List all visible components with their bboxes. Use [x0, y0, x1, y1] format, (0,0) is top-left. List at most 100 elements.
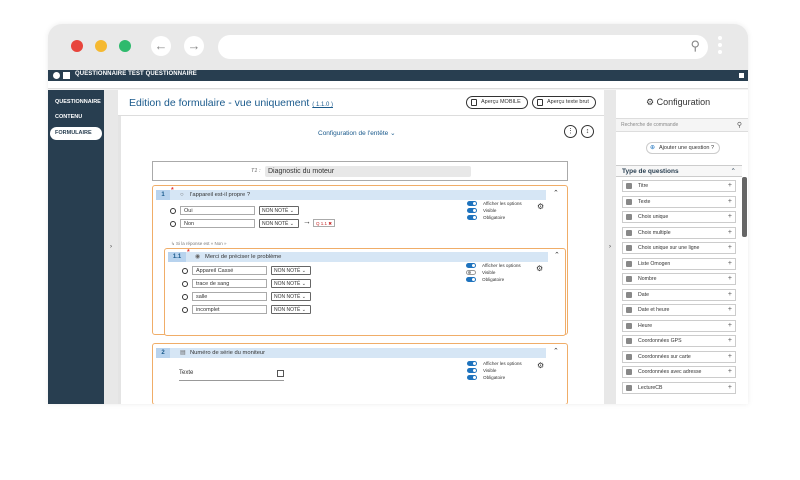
radio-option-oui[interactable] [170, 208, 176, 214]
toggle-show-options[interactable] [467, 361, 477, 366]
close-dot[interactable] [71, 40, 83, 52]
type-item-titre[interactable]: Titre + [622, 180, 736, 192]
required-star-icon: * [187, 249, 190, 256]
option-input[interactable]: salle [192, 292, 267, 301]
forward-arrow-icon[interactable]: → [184, 36, 204, 56]
option-input[interactable]: trace de sang [192, 279, 267, 288]
score-value: NON NOTÉ [274, 307, 301, 313]
type-item-date-heure[interactable]: Date et heure + [622, 304, 736, 316]
back-arrow-icon[interactable]: ← [151, 36, 171, 56]
browser-chrome: ← → ⚲ [48, 24, 748, 70]
map-pin-icon [626, 353, 632, 360]
type-label: Liste Omogen [638, 260, 671, 267]
chevron-right-icon: › [110, 244, 112, 250]
toggle-required[interactable] [466, 277, 476, 282]
option-input[interactable]: Appareil Cassé [192, 266, 267, 275]
panel-scrollbar[interactable] [742, 177, 747, 237]
address-bar[interactable]: ⚲ [218, 35, 708, 59]
collapse-all-icon[interactable]: ⋮ [564, 125, 577, 138]
radio-option[interactable] [182, 268, 188, 274]
add-question-button[interactable]: Ajouter une question ? [646, 142, 721, 154]
plus-icon: + [727, 352, 732, 360]
type-item-texte[interactable]: Texte + [622, 195, 736, 208]
score-value: NON NOTÉ [274, 294, 301, 300]
form-title-input[interactable]: Diagnostic du moteur [265, 166, 471, 177]
left-collapse-handle[interactable]: › [104, 90, 118, 404]
type-item-adresse[interactable]: Coordonnées avec adresse + [622, 366, 736, 378]
minimize-dot[interactable] [95, 40, 107, 52]
type-item-gps[interactable]: Coordonnées GPS + [622, 335, 736, 347]
mobile-icon [471, 99, 477, 106]
sidebar-item-formulaire[interactable]: FORMULAIRE [50, 127, 102, 140]
type-item-liste-omogen[interactable]: Liste Omogen + [622, 257, 736, 270]
plus-icon: + [727, 197, 732, 205]
type-item-choix-ligne[interactable]: Choix unique sur une ligne + [622, 242, 736, 254]
question-types-header[interactable]: Type de questions ⌃ [616, 165, 742, 177]
option-input[interactable]: Oui [180, 206, 255, 215]
radio-option[interactable] [182, 294, 188, 300]
gear-icon[interactable]: ⚙ [537, 361, 544, 370]
sidebar-item-contenu[interactable]: CONTENU [50, 111, 102, 124]
gear-icon[interactable]: ⚙ [537, 202, 544, 211]
toggle-label: Visible [483, 208, 497, 213]
score-select[interactable]: NON NOTÉ ⌄ [271, 305, 311, 314]
collapse-chevron-icon[interactable]: ⌃ [553, 189, 559, 197]
right-collapse-handle[interactable]: › [604, 90, 616, 404]
expand-all-icon[interactable]: ↕ [581, 125, 594, 138]
option-input[interactable]: Non [180, 219, 255, 228]
type-item-carte[interactable]: Coordonnées sur carte + [622, 350, 736, 363]
score-select[interactable]: NON NOTÉ ⌄ [259, 219, 299, 228]
question-card-1: 1 * ○ l'appareil est-il propre ? ⌃ Oui N… [152, 185, 568, 336]
plus-icon: + [727, 383, 732, 391]
score-select[interactable]: NON NOTÉ ⌄ [271, 292, 311, 301]
score-select[interactable]: NON NOTÉ ⌄ [271, 279, 311, 288]
type-item-heure[interactable]: Heure + [622, 319, 736, 332]
type-item-choix-multiple[interactable]: Choix multiple + [622, 226, 736, 239]
left-border [118, 116, 121, 404]
toggle-visible[interactable] [466, 270, 476, 275]
toggle-visible[interactable] [467, 208, 477, 213]
maximize-dot[interactable] [119, 40, 131, 52]
type-item-date[interactable]: Date + [622, 288, 736, 301]
command-search-input[interactable]: Recherche de commande ⚲ [616, 118, 748, 132]
type-item-lecturecb[interactable]: LectureCB + [622, 381, 736, 394]
more-menu-icon[interactable] [718, 36, 722, 57]
toggle-required[interactable] [467, 215, 477, 220]
jump-target[interactable]: Q 1.1 ✖ [313, 219, 336, 227]
score-select[interactable]: NON NOTÉ ⌄ [259, 206, 299, 215]
type-label: Texte [638, 198, 651, 205]
option-input[interactable]: incomplet [192, 305, 267, 314]
question-text: l'appareil est-il propre ? [190, 192, 251, 198]
question-header-2[interactable]: 2 ▤ Numéro de série du moniteur [156, 348, 546, 358]
type-item-nombre[interactable]: Nombre + [622, 273, 736, 285]
gear-icon[interactable]: ⚙ [536, 264, 543, 273]
question-header-1[interactable]: 1 * ○ l'appareil est-il propre ? [156, 187, 546, 200]
header-config-link[interactable]: Configuration de l'entête ⌄ [318, 129, 396, 137]
sidebar: QUESTIONNAIRE CONTENU FORMULAIRE [48, 90, 104, 404]
toggle-visible[interactable] [467, 368, 477, 373]
score-select[interactable]: NON NOTÉ ⌄ [271, 266, 311, 275]
toggle-show-options[interactable] [466, 263, 476, 268]
version-link[interactable]: ( 1.1.0 ) [312, 102, 333, 108]
text-answer-field[interactable]: Texte [179, 370, 284, 381]
chevron-up-icon: ⌃ [730, 168, 736, 175]
radio-option[interactable] [182, 307, 188, 313]
list-icon [626, 260, 632, 267]
toggle-required[interactable] [467, 375, 477, 380]
radio-option[interactable] [182, 281, 188, 287]
type-item-choix-unique[interactable]: Choix unique + [622, 211, 736, 223]
app-menu-icon[interactable] [739, 73, 744, 78]
collapse-chevron-icon[interactable]: ⌃ [554, 251, 560, 259]
question-header-1-1[interactable]: 1.1 * ◉ Merci de préciser le problème [168, 249, 548, 262]
location-icon [626, 338, 632, 344]
preview-text-button[interactable]: Aperçu texte brut [532, 96, 596, 109]
config-panel-title: ⚙ Configuration [646, 97, 710, 108]
score-value: NON NOTÉ [274, 281, 301, 287]
toggle-show-options[interactable] [467, 201, 477, 206]
sidebar-item-questionnaire[interactable]: QUESTIONNAIRE [50, 96, 102, 109]
condition-text: Si la réponse est « Non » [176, 241, 227, 246]
radio-option-non[interactable] [170, 221, 176, 227]
collapse-chevron-icon[interactable]: ⌃ [553, 347, 559, 355]
plus-icon: + [727, 213, 732, 220]
preview-mobile-button[interactable]: Aperçu MOBILE [466, 96, 528, 109]
